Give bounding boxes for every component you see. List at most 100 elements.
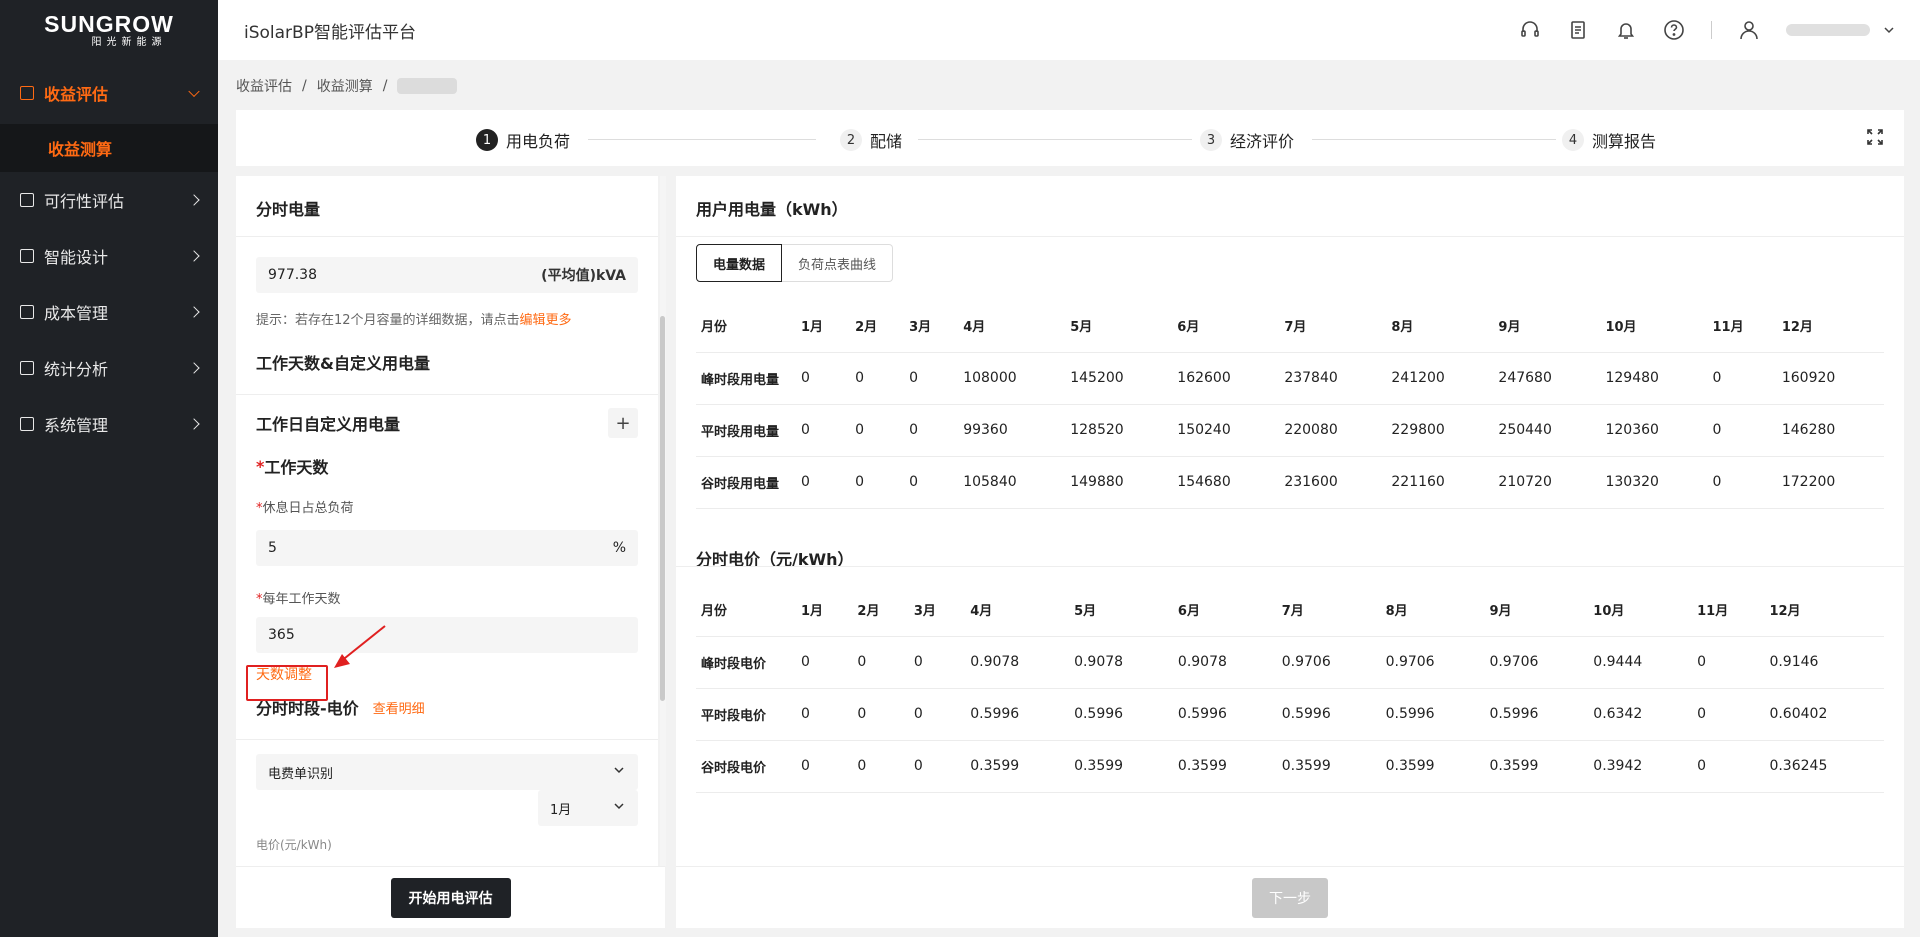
- sidebar-item-label: 统计分析: [44, 360, 109, 379]
- table-cell: 150240: [1172, 404, 1280, 457]
- table-cell: 241200: [1386, 352, 1494, 405]
- table-cell: 0.5996: [1484, 688, 1589, 741]
- start-evaluation-button[interactable]: 开始用电评估: [390, 877, 511, 918]
- tab-energy-data[interactable]: 电量数据: [696, 244, 783, 282]
- table-header-row: 月份 1月 2月 3月 4月 5月 6月 7月 8月 9月 10月 11月 12月: [696, 584, 1884, 637]
- breadcrumb-revenue-calculation[interactable]: 收益测算: [317, 76, 373, 96]
- sidebar-item-statistics[interactable]: 统计分析: [0, 340, 218, 396]
- column-header: 10月: [1588, 584, 1693, 637]
- column-header: 9月: [1493, 300, 1601, 353]
- capacity-hint: 提示：若存在12个月容量的详细数据，请点击编辑更多: [236, 309, 658, 328]
- user-avatar-icon[interactable]: [1738, 19, 1760, 41]
- next-step-button[interactable]: 下一步: [1252, 877, 1328, 918]
- chevron-down-icon: [612, 763, 626, 781]
- headset-icon[interactable]: [1519, 19, 1541, 41]
- table-cell: 220080: [1279, 404, 1387, 457]
- capacity-input[interactable]: 977.38 (平均值)kVA: [256, 257, 638, 293]
- breadcrumb-separator: /: [302, 78, 307, 94]
- step-economic[interactable]: 3 经济评价: [1200, 128, 1294, 152]
- bell-icon[interactable]: [1615, 19, 1637, 41]
- table-cell: 0.9146: [1764, 636, 1884, 689]
- table-cell: 120360: [1600, 404, 1708, 457]
- breadcrumb-separator: /: [382, 78, 388, 94]
- table-cell: 237840: [1279, 352, 1387, 405]
- row-header-cell: 平时段电价: [696, 688, 796, 741]
- chevron-down-icon[interactable]: [1882, 19, 1896, 41]
- table-cell: 0.9078: [965, 636, 1070, 689]
- column-header: 8月: [1380, 584, 1485, 637]
- sidebar-item-label: 收益评估: [44, 85, 109, 104]
- sidebar-item-smart-design[interactable]: 智能设计: [0, 228, 218, 284]
- step-storage[interactable]: 2 配储: [840, 128, 902, 152]
- annotation-highlight-box: [246, 665, 328, 701]
- design-icon: [20, 249, 34, 263]
- step-load[interactable]: 1 用电负荷: [476, 128, 570, 152]
- section-title-tou-energy: 分时电量: [256, 200, 321, 219]
- rest-day-ratio-input[interactable]: 5 %: [256, 530, 638, 566]
- table-cell: 0: [796, 456, 851, 509]
- view-detail-link[interactable]: 查看明细: [373, 698, 425, 717]
- user-name-blurred[interactable]: [1786, 24, 1870, 36]
- tab-load-curve[interactable]: 负荷点表曲线: [782, 244, 894, 282]
- top-header: iSolarBP智能评估平台: [218, 0, 1920, 60]
- table-cell: 172200: [1776, 456, 1884, 509]
- table-cell: 0.5996: [1276, 688, 1381, 741]
- add-button[interactable]: +: [608, 408, 638, 438]
- scrollbar-thumb[interactable]: [660, 316, 665, 701]
- table-cell: 221160: [1386, 456, 1494, 509]
- chevron-right-icon: [188, 418, 200, 430]
- column-header: 5月: [1065, 300, 1173, 353]
- chevron-right-icon: [188, 250, 200, 262]
- edit-more-link[interactable]: 编辑更多: [520, 313, 572, 328]
- breadcrumb-revenue-evaluation[interactable]: 收益评估: [236, 76, 292, 96]
- table-cell: 0: [1692, 636, 1765, 689]
- energy-table: 月份 1月 2月 3月 4月 5月 6月 7月 8月 9月 10月 11月 12月 峰时段用电量 0 0 0 1…: [696, 300, 1884, 509]
- divider: [676, 566, 1904, 567]
- table-cell: 0.3599: [965, 740, 1070, 793]
- left-footer: 开始用电评估: [236, 866, 665, 928]
- yearly-workdays-label: *每年工作天数: [236, 588, 658, 607]
- document-list-icon[interactable]: [1567, 19, 1589, 41]
- column-header: 11月: [1692, 584, 1765, 637]
- left-panel-scrollbar[interactable]: [660, 176, 666, 866]
- step-connector: [918, 139, 1192, 140]
- breadcrumb: 收益评估 / 收益测算 /: [236, 76, 458, 96]
- sidebar-item-revenue-evaluation[interactable]: 收益评估: [0, 62, 218, 124]
- column-header: 3月: [908, 584, 966, 637]
- step-report[interactable]: 4 测算报告: [1562, 128, 1656, 152]
- table-cell: 149880: [1065, 456, 1173, 509]
- table-cell: 0.9078: [1069, 636, 1173, 689]
- sidebar-item-label: 系统管理: [44, 416, 109, 435]
- bill-recognition-select[interactable]: 电费单识别: [256, 754, 638, 790]
- column-header: 7月: [1279, 300, 1387, 353]
- yearly-workdays-input[interactable]: 365: [256, 617, 638, 653]
- table-cell: 0.5996: [1069, 688, 1173, 741]
- table-cell: 0.3599: [1484, 740, 1589, 793]
- row-header-cell: 谷时段电价: [696, 740, 796, 793]
- rest-day-value: 5: [268, 540, 277, 556]
- table-cell: 0: [1692, 740, 1765, 793]
- sidebar-item-feasibility[interactable]: 可行性评估: [0, 172, 218, 228]
- workdays-title: * 工作天数: [236, 451, 658, 481]
- sidebar-item-cost-management[interactable]: 成本管理: [0, 284, 218, 340]
- workdays-title-text: 工作天数: [264, 458, 329, 477]
- column-header: 2月: [852, 584, 909, 637]
- table-row: 谷时段用电量 0 0 0 105840 149880 154680 231600 221160 2…: [696, 456, 1884, 509]
- sungrow-logo: SUNGROW 阳光新能源: [0, 0, 218, 62]
- column-header: 12月: [1776, 300, 1884, 353]
- table-cell: 0: [904, 352, 959, 405]
- table-cell: 210720: [1493, 456, 1601, 509]
- monitor-icon: [20, 361, 34, 375]
- table-cell: 162600: [1172, 352, 1280, 405]
- table-cell: 0.3599: [1069, 740, 1173, 793]
- month-select[interactable]: 1月: [538, 790, 638, 826]
- sidebar-subitem-revenue-calculation[interactable]: 收益测算: [0, 124, 218, 172]
- help-icon[interactable]: [1663, 19, 1685, 41]
- table-cell: 0: [796, 404, 851, 457]
- chevron-down-icon: [188, 85, 200, 98]
- table-cell: 160920: [1776, 352, 1884, 405]
- sidebar-item-system-management[interactable]: 系统管理: [0, 396, 218, 452]
- hint-text: 提示：若存在12个月容量的详细数据，请点击: [256, 313, 520, 328]
- fullscreen-icon[interactable]: [1866, 128, 1884, 146]
- step-number: 4: [1562, 129, 1584, 151]
